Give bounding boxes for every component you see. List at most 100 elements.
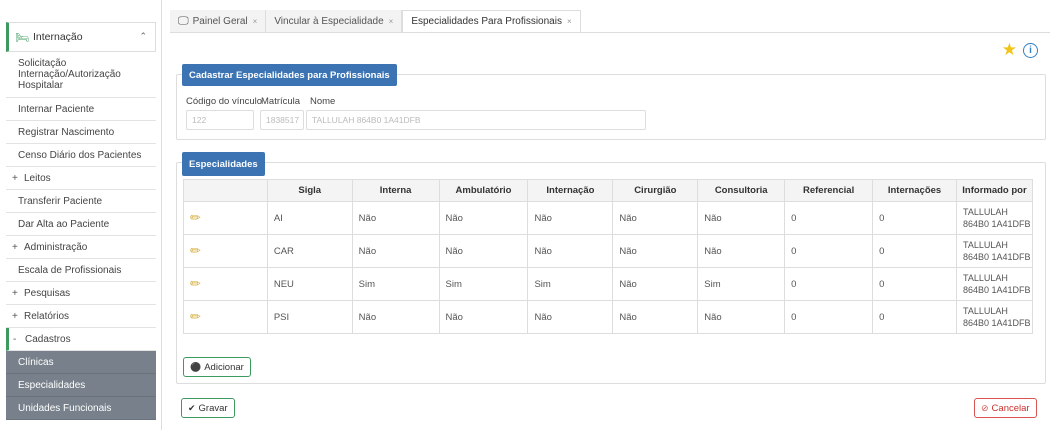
column-header: Cirurgião [612, 179, 699, 202]
top-actions: ★ i [1002, 40, 1038, 60]
table-row: ✏ PSI Não Não Não Não Não 0 0 TALLULAH 864B0 1A41… [183, 300, 1034, 334]
sidebar-item-label: Transferir Paciente [18, 195, 103, 207]
especialidades-table: Sigla Interna Ambulatório Internação Cirurgi… [183, 179, 1034, 334]
column-header [183, 179, 268, 202]
table-cell: 0 [784, 267, 874, 301]
table-cell: AI [266, 201, 353, 235]
matricula-field[interactable]: 1838517 [260, 110, 304, 130]
sidebar-item-label: Especialidades [18, 379, 86, 391]
sidebar-item[interactable]: + Leitos [6, 167, 156, 190]
sidebar-item[interactable]: Transferir Paciente [6, 190, 156, 213]
table-cell: 0 [784, 300, 874, 334]
sidebar-item-label: Solicitação Internação/Autorização Hospi… [18, 58, 121, 91]
tab-bar: 🖵︎ Painel Geral × Vincular à Especialida… [170, 6, 581, 32]
pencil-icon[interactable]: ✏ [183, 234, 268, 268]
tab-painel-geral[interactable]: 🖵︎ Painel Geral × [170, 10, 267, 32]
minus-icon: - [13, 333, 17, 345]
adicionar-button[interactable]: ⚫ Adicionar [183, 357, 251, 377]
column-header: Informado por [955, 179, 1034, 202]
table-body: ✏ AI Não Não Não Não Não 0 0 TALLULAH 864B0 1A41D… [183, 201, 1034, 334]
plus-icon: + [12, 310, 18, 322]
sidebar-section-label: Internação [32, 31, 83, 43]
table-cell: 0 [784, 201, 874, 235]
table-cell: Não [351, 234, 440, 268]
nome-label: Nome [310, 96, 336, 107]
sidebar-item[interactable]: Internar Paciente [6, 98, 156, 121]
table-cell: Sim [527, 267, 614, 301]
sidebar-item-label: Dar Alta ao Paciente [18, 218, 110, 230]
pencil-icon[interactable]: ✏ [183, 201, 268, 235]
table-cell: TALLULAH 864B0 1A41DFB [955, 267, 1034, 301]
codigo-field[interactable]: 122 [186, 110, 254, 130]
sidebar-item[interactable]: Clínicas [6, 351, 156, 374]
table-cell: 0 [872, 234, 957, 268]
sidebar-item-label: Leitos [24, 172, 51, 184]
nome-field[interactable]: TALLULAH 864B0 1A41DFB [306, 110, 646, 130]
table-cell: Sim [697, 267, 786, 301]
close-icon[interactable]: × [389, 17, 394, 26]
table-cell: Não [351, 300, 440, 334]
sidebar-item[interactable]: Unidades Funcionais [6, 397, 156, 420]
table-cell: Não [697, 300, 786, 334]
sidebar-item[interactable]: - Cadastros [6, 328, 156, 351]
chevron-up-icon[interactable]: ⌃ [139, 31, 147, 42]
monitor-icon: 🖵︎ [178, 14, 189, 27]
star-icon[interactable]: ★ [1002, 40, 1017, 60]
sidebar-item[interactable]: Dar Alta ao Paciente [6, 213, 156, 236]
table-cell: PSI [266, 300, 353, 334]
matricula-label: Matrícula [261, 96, 301, 107]
table-cell: Não [438, 234, 529, 268]
column-header: Sigla [266, 179, 353, 202]
sidebar-item-label: Pesquisas [24, 287, 71, 299]
codigo-label: Código do vínculo [186, 96, 263, 107]
table-cell: 0 [784, 234, 874, 268]
pencil-icon[interactable]: ✏ [183, 267, 268, 301]
tab-label: Vincular à Especialidade [274, 15, 384, 27]
sidebar-item-label: Relatórios [24, 310, 70, 322]
table-cell: 0 [872, 267, 957, 301]
sidebar-item-label: Internar Paciente [18, 103, 95, 115]
sidebar-item[interactable]: Censo Diário dos Pacientes [6, 144, 156, 167]
pencil-icon[interactable]: ✏ [183, 300, 268, 334]
sidebar-item[interactable]: + Pesquisas [6, 282, 156, 305]
sidebar-item[interactable]: + Administração [6, 236, 156, 259]
plus-icon: + [12, 241, 18, 253]
table-cell: Não [612, 267, 699, 301]
table-cell: Sim [351, 267, 440, 301]
sidebar-item[interactable]: Solicitação Internação/Autorização Hospi… [6, 52, 156, 98]
close-icon[interactable]: × [253, 17, 258, 26]
table-cell: Não [612, 201, 699, 235]
sidebar: 🛏︎ Internação ⌃ Solicitação Internação/A… [0, 0, 162, 430]
tab-vincular-especialidade[interactable]: Vincular à Especialidade × [266, 10, 403, 32]
gravar-button[interactable]: ✔ Gravar [181, 398, 235, 418]
column-header: Consultoria [697, 179, 786, 202]
gravar-label: Gravar [198, 402, 228, 414]
table-cell: TALLULAH 864B0 1A41DFB [955, 300, 1034, 334]
table-header-row: Sigla Interna Ambulatório Internação Cirurgi… [183, 179, 1034, 202]
sidebar-item-label: Cadastros [25, 333, 71, 345]
table-cell: Não [527, 234, 614, 268]
sidebar-section-internacao[interactable]: 🛏︎ Internação ⌃ [6, 22, 156, 52]
sidebar-item-label: Clínicas [18, 356, 54, 368]
tab-divider [170, 32, 1050, 33]
column-header: Internação [527, 179, 614, 202]
plus-circle-icon: ⚫ [190, 361, 202, 372]
cancel-icon: ⊘ [981, 402, 989, 413]
especialidades-legend: Especialidades [182, 152, 265, 176]
close-icon[interactable]: × [567, 17, 572, 26]
tab-especialidades-profissionais[interactable]: Especialidades Para Profissionais × [402, 10, 581, 32]
sidebar-item[interactable]: + Relatórios [6, 305, 156, 328]
column-header: Ambulatório [438, 179, 529, 202]
sidebar-item-label: Escala de Profissionais [18, 264, 122, 276]
cancelar-button[interactable]: ⊘ Cancelar [974, 398, 1037, 418]
table-cell: Não [612, 234, 699, 268]
sidebar-item[interactable]: Escala de Profissionais [6, 259, 156, 282]
table-cell: Não [438, 300, 529, 334]
sidebar-item-label: Censo Diário dos Pacientes [18, 149, 142, 161]
sidebar-item[interactable]: Registrar Nascimento [6, 121, 156, 144]
sidebar-item[interactable]: Especialidades [6, 374, 156, 397]
info-icon[interactable]: i [1023, 42, 1038, 58]
plus-icon: + [12, 287, 18, 299]
table-row: ✏ NEU Sim Sim Sim Não Sim 0 0 TALLULAH 864B0 1A41… [183, 267, 1034, 301]
table-cell: TALLULAH 864B0 1A41DFB [955, 201, 1034, 235]
